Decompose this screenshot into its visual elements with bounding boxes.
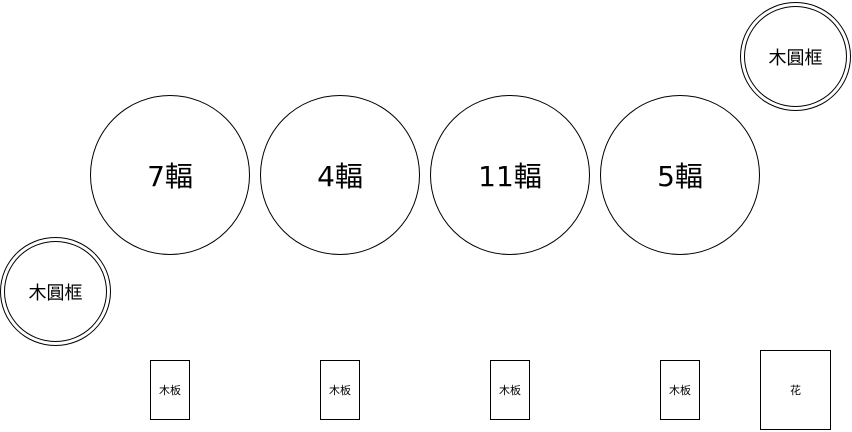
board-label: 木板 — [329, 384, 351, 397]
board-label: 木板 — [669, 384, 691, 397]
diagram-canvas: 木圓框 7輻 4輻 11輻 5輻 木圓框 木板 木板 木板 木板 花 — [0, 0, 852, 432]
board-label: 木板 — [159, 384, 181, 397]
wood-board-3[interactable]: 木板 — [490, 360, 530, 420]
spoke-circle-4[interactable]: 4輻 — [260, 95, 420, 255]
wood-round-frame-bottom-left[interactable]: 木圓框 — [0, 237, 111, 346]
frame-label: 木圓框 — [28, 282, 83, 304]
spoke-circle-11[interactable]: 11輻 — [430, 95, 590, 255]
frame-label: 木圓框 — [768, 47, 823, 69]
board-label: 木板 — [499, 384, 521, 397]
spoke-circle-7[interactable]: 7輻 — [90, 95, 250, 255]
wood-board-1[interactable]: 木板 — [150, 360, 190, 420]
wood-round-frame-top-right[interactable]: 木圓框 — [740, 2, 851, 111]
spoke-circle-label: 7輻 — [147, 160, 193, 193]
flower-label: 花 — [790, 384, 801, 397]
spoke-circle-label: 4輻 — [317, 160, 363, 193]
spoke-circle-label: 5輻 — [657, 160, 703, 193]
spoke-circle-5[interactable]: 5輻 — [600, 95, 760, 255]
spoke-circle-label: 11輻 — [478, 160, 542, 193]
flower-box[interactable]: 花 — [760, 350, 831, 430]
wood-board-2[interactable]: 木板 — [320, 360, 360, 420]
wood-board-4[interactable]: 木板 — [660, 360, 700, 420]
